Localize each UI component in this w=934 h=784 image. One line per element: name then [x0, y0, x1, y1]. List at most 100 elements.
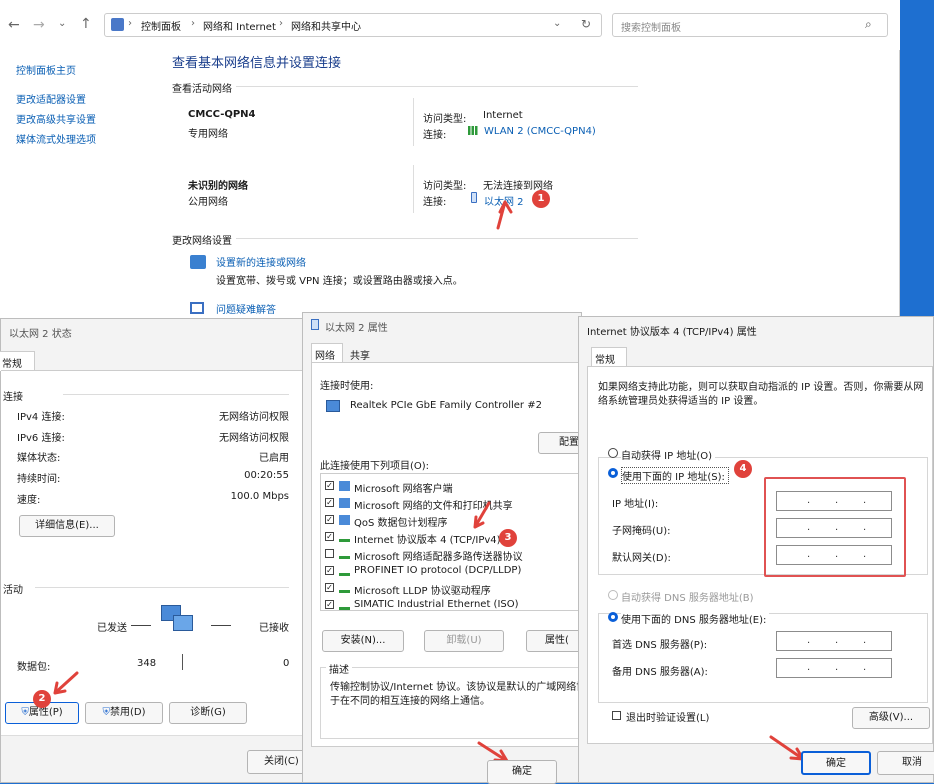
- sidebar-item-advanced-sharing[interactable]: 更改高级共享设置: [16, 111, 96, 126]
- breadcrumb-separator-icon: ›: [279, 18, 283, 29]
- properties-dialog: 以太网 2 属性 网络 共享 连接时使用: Realtek PCIe GbE F…: [302, 312, 590, 784]
- preferred-dns-input[interactable]: ...: [776, 631, 892, 651]
- tab-panel: 如果网络支持此功能，则可以获取自动指派的 IP 设置。否则，你需要从网 络系统管…: [587, 366, 933, 744]
- red-arrow-icon: [53, 671, 79, 695]
- validate-checkbox[interactable]: [612, 711, 621, 720]
- tab-general[interactable]: 常规: [0, 351, 35, 371]
- breadcrumb-control-panel[interactable]: 控制面板: [141, 18, 181, 33]
- description-text: 传输控制协议/Internet 协议。该协议是默认的广域网络协 于在不同的相互连…: [330, 682, 582, 707]
- disable-button[interactable]: ⛨禁用(D): [85, 702, 163, 724]
- protocol-icon: [339, 515, 350, 525]
- validate-label[interactable]: 退出时验证设置(L): [626, 709, 709, 724]
- connection-label: 连接:: [423, 130, 447, 141]
- checked-checkbox[interactable]: ✓: [325, 481, 334, 490]
- ipv4-dialog: Internet 协议版本 4 (TCP/IPv4) 属性 常规 如果网络支持此…: [578, 316, 934, 783]
- shield-icon: ⛨: [21, 707, 29, 718]
- tab-network[interactable]: 网络: [311, 343, 343, 363]
- use-dns-radio[interactable]: [608, 612, 618, 622]
- checked-checkbox[interactable]: ✓: [325, 515, 334, 524]
- search-icon[interactable]: ⌕: [865, 17, 872, 32]
- packets-divider: [182, 654, 183, 670]
- forward-arrow-icon[interactable]: →: [33, 17, 45, 33]
- new-connection-icon: [190, 255, 206, 269]
- dialog-title: 以太网 2 状态: [9, 329, 72, 340]
- status-dialog: 以太网 2 状态 常规 连接 IPv4 连接: 无网络访问权限 IPv6 连接:…: [0, 318, 317, 783]
- network-category: 公用网络: [188, 197, 228, 208]
- network-adapter-icon: [326, 400, 340, 412]
- list-item[interactable]: Microsoft 网络适配器多路传送器协议: [325, 546, 581, 563]
- network-name: 未识别的网络: [188, 181, 248, 192]
- list-item[interactable]: ✓ Microsoft 网络的文件和打印机共享: [325, 495, 581, 512]
- cancel-button[interactable]: 取消: [877, 751, 934, 775]
- unchecked-checkbox[interactable]: [325, 549, 334, 558]
- row-value: 无网络访问权限: [219, 433, 289, 444]
- checked-checkbox[interactable]: ✓: [325, 600, 334, 609]
- connection-label: 连接:: [423, 197, 447, 208]
- red-arrow-icon: [473, 501, 491, 529]
- sidebar-item-home[interactable]: 控制面板主页: [16, 62, 76, 77]
- checked-checkbox[interactable]: ✓: [325, 532, 334, 541]
- intro-text: 如果网络支持此功能，则可以获取自动指派的 IP 设置。否则，你需要从网 络系统管…: [598, 382, 924, 407]
- list-item[interactable]: ✓ SIMATIC Industrial Ethernet (ISO): [325, 597, 581, 610]
- list-item[interactable]: ✓ QoS 数据包计划程序: [325, 512, 581, 529]
- sidebar-item-media-streaming[interactable]: 媒体流式处理选项: [16, 131, 96, 146]
- adapter-name: Realtek PCIe GbE Family Controller #2: [350, 400, 542, 411]
- setup-connection-link[interactable]: 设置新的连接或网络: [216, 254, 306, 269]
- up-arrow-icon[interactable]: ↑: [80, 16, 92, 32]
- list-item[interactable]: ✓ PROFINET IO protocol (DCP/LLDP): [325, 563, 581, 579]
- use-ip-label[interactable]: 使用下面的 IP 地址(S):: [621, 467, 729, 484]
- auto-dns-radio[interactable]: [608, 590, 618, 600]
- auto-ip-radio[interactable]: [608, 448, 618, 458]
- list-item[interactable]: ✓ Microsoft 网络客户端: [325, 478, 581, 495]
- setup-connection-desc: 设置宽带、拨号或 VPN 连接；或设置路由器或接入点。: [216, 276, 463, 287]
- checked-checkbox[interactable]: ✓: [325, 566, 334, 575]
- list-item[interactable]: ✓ Microsoft LLDP 协议驱动程序: [325, 580, 581, 597]
- back-arrow-icon[interactable]: ←: [8, 17, 20, 33]
- install-button[interactable]: 安装(N)...: [322, 630, 404, 652]
- checked-checkbox[interactable]: ✓: [325, 583, 334, 592]
- sidebar-item-adapter-settings[interactable]: 更改适配器设置: [16, 91, 86, 106]
- alternate-dns-input[interactable]: ...: [776, 658, 892, 678]
- item-label: SIMATIC Industrial Ethernet (ISO): [354, 599, 519, 610]
- breadcrumb-separator-icon: ›: [128, 18, 132, 29]
- search-input[interactable]: 搜索控制面板: [621, 19, 681, 34]
- refresh-icon[interactable]: ↻: [581, 17, 591, 31]
- breadcrumb-sharing-center[interactable]: 网络和共享中心: [291, 18, 361, 33]
- row-label: IPv4 连接:: [17, 412, 65, 423]
- dropdown-chevron-icon[interactable]: ⌄: [553, 18, 561, 29]
- red-arrow-icon: [496, 200, 513, 230]
- active-networks-heading: 查看活动网络: [172, 84, 232, 95]
- tab-general[interactable]: 常规: [591, 347, 627, 367]
- use-ip-radio[interactable]: [608, 468, 618, 478]
- ok-button[interactable]: 确定: [801, 751, 871, 775]
- connection-heading: 连接: [3, 392, 23, 403]
- breadcrumb-network-internet[interactable]: 网络和 Internet: [203, 18, 276, 33]
- chevron-down-icon[interactable]: ⌄: [58, 18, 66, 29]
- use-dns-label[interactable]: 使用下面的 DNS 服务器地址(E):: [621, 611, 770, 626]
- auto-dns-label[interactable]: 自动获得 DNS 服务器地址(B): [621, 589, 754, 604]
- packets-received: 0: [283, 658, 290, 669]
- auto-ip-label[interactable]: 自动获得 IP 地址(O): [621, 447, 716, 462]
- tab-sharing[interactable]: 共享: [345, 345, 383, 362]
- address-bar[interactable]: › 控制面板 › 网络和 Internet › 网络和共享中心 ⌄ ↻: [104, 13, 602, 37]
- step-badge: 1: [532, 190, 550, 208]
- diagnose-button[interactable]: 诊断(G): [169, 702, 247, 724]
- row-value: 已启用: [259, 453, 289, 464]
- step-badge: 2: [33, 690, 51, 708]
- checked-checkbox[interactable]: ✓: [325, 498, 334, 507]
- details-button[interactable]: 详细信息(E)...: [19, 515, 115, 537]
- uninstall-button[interactable]: 卸载(U): [424, 630, 504, 652]
- highlight-box: [764, 477, 906, 577]
- wlan-connection-link[interactable]: WLAN 2 (CMCC-QPN4): [484, 126, 596, 137]
- ethernet-icon: [311, 319, 319, 330]
- sent-label: 已发送: [97, 623, 127, 634]
- advanced-button[interactable]: 高级(V)...: [852, 707, 930, 729]
- troubleshoot-link[interactable]: 问题疑难解答: [216, 301, 276, 316]
- received-label: 已接收: [259, 623, 289, 634]
- dialog-title: Internet 协议版本 4 (TCP/IPv4) 属性: [587, 327, 757, 338]
- ok-button[interactable]: 确定: [487, 760, 557, 784]
- row-value: 100.0 Mbps: [230, 491, 289, 502]
- search-box[interactable]: 搜索控制面板 ⌕: [612, 13, 888, 37]
- packets-label: 数据包:: [17, 662, 51, 673]
- list-item[interactable]: ✓ Internet 协议版本 4 (TCP/IPv4): [325, 529, 581, 546]
